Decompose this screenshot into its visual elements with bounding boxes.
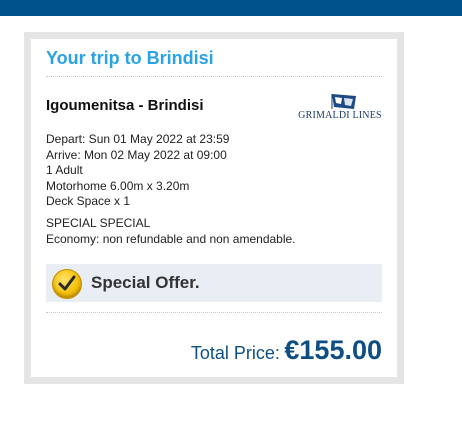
total-price: Total Price: €155.00 <box>191 335 382 366</box>
title-divider <box>46 76 382 77</box>
total-price-label: Total Price: <box>190 343 280 363</box>
route-name: Igoumenitsa - Brindisi <box>46 97 204 114</box>
operator-name: GRIMALDI LINES <box>298 110 382 121</box>
grimaldi-flag-icon <box>331 94 356 109</box>
price-divider <box>46 312 382 313</box>
arrive-time: Arrive: Mon 02 May 2022 at 09:00 <box>46 147 227 162</box>
special-offer-label: Special Offer. <box>91 273 200 292</box>
special-offer-banner: Special Offer. <box>46 264 382 302</box>
trip-details: Depart: Sun 01 May 2022 at 23:59 Arrive:… <box>46 132 296 247</box>
fare-terms: Economy: non refundable and non amendabl… <box>46 231 296 246</box>
checkmark-badge-icon <box>52 269 82 299</box>
vehicle-info: Motorhome 6.00m x 3.20m <box>46 178 190 193</box>
checkmark-icon <box>58 275 76 291</box>
panel-title: Your trip to Brindisi <box>46 48 214 68</box>
operator-logo: GRIMALDI LINES <box>297 93 383 123</box>
fare-name: SPECIAL SPECIAL <box>46 215 151 230</box>
top-bar <box>0 0 462 16</box>
total-price-value: €155.00 <box>284 335 382 365</box>
deck-space: Deck Space x 1 <box>46 194 131 209</box>
depart-time: Depart: Sun 01 May 2022 at 23:59 <box>46 132 230 146</box>
trip-summary-panel: Your trip to Brindisi Igoumenitsa - Brin… <box>31 39 397 377</box>
passenger-count: 1 Adult <box>46 163 83 178</box>
